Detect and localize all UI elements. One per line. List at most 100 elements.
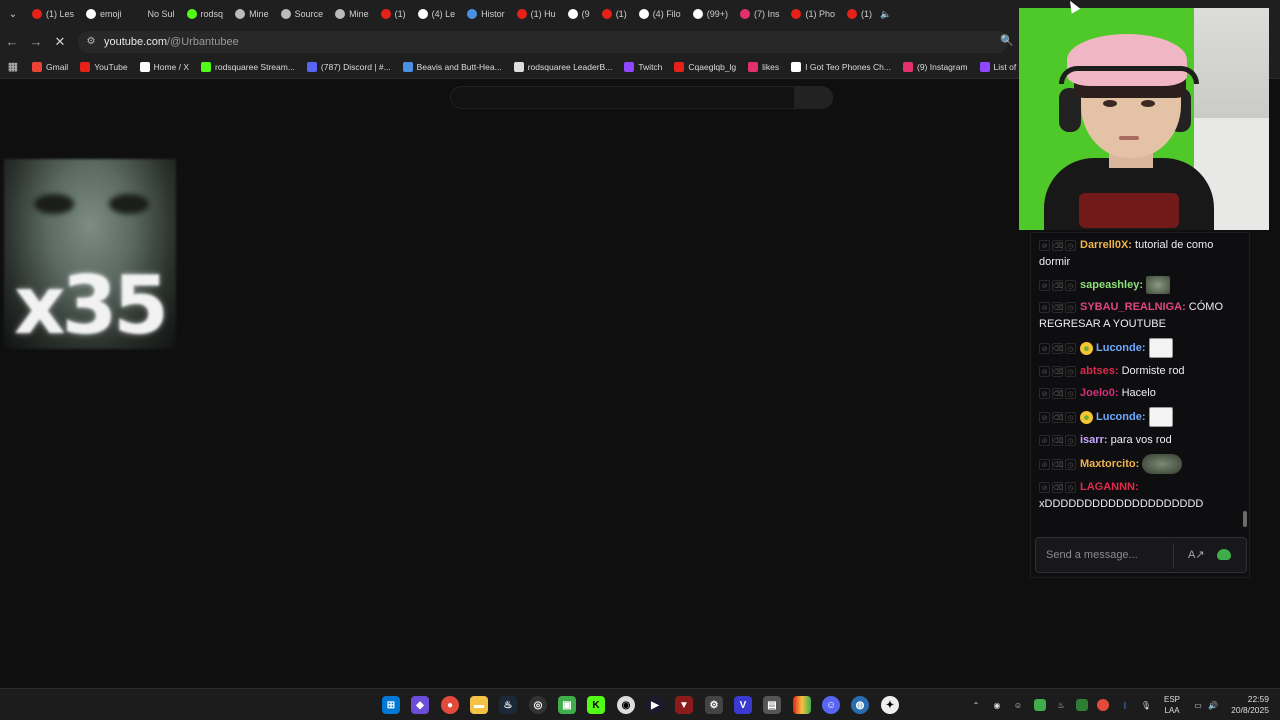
site-info-icon[interactable]: ⚙	[84, 35, 98, 49]
browser-tab[interactable]: emoji	[80, 0, 128, 28]
timeout-icon[interactable]: ◷	[1065, 458, 1076, 470]
ban-icon[interactable]: ⊘	[1039, 239, 1050, 251]
frog-wide-emote-icon[interactable]	[1142, 454, 1183, 474]
chat-username[interactable]: SYBAU_REALNIGA:	[1080, 301, 1186, 313]
translate-icon[interactable]: A↗	[1188, 548, 1205, 561]
media-player-icon[interactable]: ▶	[646, 696, 664, 714]
browser-tab[interactable]: Source	[275, 0, 330, 28]
bookmark-item[interactable]: Beavis and Butt-Hea...	[397, 61, 508, 72]
tray-microphone-icon[interactable]: 🎙	[1140, 699, 1152, 711]
chat-scrollbar[interactable]	[1243, 511, 1247, 527]
chat-username[interactable]: isarr:	[1080, 434, 1108, 446]
browser-tab[interactable]: (1)	[596, 0, 633, 28]
chat-username[interactable]: Joelo0:	[1080, 387, 1119, 399]
chat-username[interactable]: Luconde:	[1096, 342, 1146, 354]
delete-icon[interactable]: ⌫	[1052, 434, 1063, 446]
chat-username[interactable]: Darrell0X:	[1080, 239, 1132, 251]
browser-tab[interactable]: (4) Le	[412, 0, 462, 28]
ban-icon[interactable]: ⊘	[1039, 365, 1050, 377]
discord-icon[interactable]: ☺	[822, 696, 840, 714]
timeout-icon[interactable]: ◷	[1065, 342, 1076, 354]
timeout-icon[interactable]: ◷	[1065, 434, 1076, 446]
kick-icon[interactable]: K	[587, 696, 605, 714]
delete-icon[interactable]: ⌫	[1052, 279, 1063, 291]
browser-tab[interactable]: (1)	[375, 0, 412, 28]
file-explorer-icon[interactable]: ▬	[470, 696, 488, 714]
chrome-icon[interactable]: ●	[441, 696, 459, 714]
youtube-search-button[interactable]	[795, 86, 833, 109]
chat-username[interactable]: LAGANNN:	[1080, 481, 1139, 493]
app-icon-3[interactable]: ◉	[617, 696, 635, 714]
address-bar[interactable]: ⚙ youtube.com/@Urbantubee	[78, 30, 1008, 53]
tray-discord-icon[interactable]: ☺	[1012, 699, 1024, 711]
back-arrow-icon[interactable]: ←	[0, 30, 24, 54]
ban-icon[interactable]: ⊘	[1039, 458, 1050, 470]
frog-emote-icon[interactable]	[1146, 276, 1171, 294]
chat-username[interactable]: sapeashley:	[1080, 279, 1143, 291]
delete-icon[interactable]: ⌫	[1052, 387, 1063, 399]
delete-icon[interactable]: ⌫	[1052, 411, 1063, 423]
bookmark-item[interactable]: rodsquaree Stream...	[195, 61, 301, 72]
app-icon-4[interactable]: ▼	[675, 696, 693, 714]
stop-loading-icon[interactable]: ✕	[48, 30, 72, 54]
ban-icon[interactable]: ⊘	[1039, 301, 1050, 313]
browser-tab[interactable]: Histor	[461, 0, 511, 28]
bookmark-item[interactable]: (9) Instagram	[897, 61, 974, 72]
keyboard-language[interactable]: ESP LAA	[1164, 694, 1180, 716]
chat-username[interactable]: Maxtorcito:	[1080, 458, 1139, 470]
ban-icon[interactable]: ⊘	[1039, 411, 1050, 423]
bookmark-item[interactable]: I Got Teo Phones Ch...	[785, 61, 897, 72]
browser-tab[interactable]: (1)	[841, 0, 878, 28]
chat-message-list[interactable]: ⊘ ⌫ ◷ Darrell0X: tutorial de como dormir ⊘ ⌫ ◷…	[1031, 233, 1247, 527]
timeout-icon[interactable]: ◷	[1065, 279, 1076, 291]
youtube-search-input[interactable]	[450, 86, 795, 109]
chat-username[interactable]: abtses:	[1080, 365, 1119, 377]
app-icon-6[interactable]	[793, 696, 811, 714]
tray-network-icon[interactable]: ▭	[1192, 699, 1204, 711]
browser-tab[interactable]: rodsq	[181, 0, 230, 28]
ban-icon[interactable]: ⊘	[1039, 279, 1050, 291]
bookmark-item[interactable]: Gmail	[26, 61, 74, 72]
timeout-icon[interactable]: ◷	[1065, 387, 1076, 399]
browser-tab[interactable]: (1) Hu	[511, 0, 562, 28]
browser-tab[interactable]: (1) Pho	[785, 0, 841, 28]
tab-search-chevron-icon[interactable]: ⌄	[0, 0, 26, 28]
timeout-icon[interactable]: ◷	[1065, 365, 1076, 377]
browser-tab[interactable]: (99+)	[687, 0, 734, 28]
tray-volume-icon[interactable]: 🔊	[1207, 699, 1219, 711]
tray-steam-icon[interactable]: ♨	[1055, 699, 1067, 711]
app-icon-1[interactable]: ◆	[411, 696, 429, 714]
troll-emote-icon[interactable]	[1148, 407, 1173, 427]
app-icon-5[interactable]: ▤	[763, 696, 781, 714]
forward-arrow-icon[interactable]: →	[24, 30, 48, 54]
ban-icon[interactable]: ⊘	[1039, 387, 1050, 399]
chat-message-input[interactable]: Send a message... A↗	[1035, 537, 1247, 573]
delete-icon[interactable]: ⌫	[1052, 458, 1063, 470]
delete-icon[interactable]: ⌫	[1052, 481, 1063, 493]
browser-tab[interactable]: (9	[562, 0, 596, 28]
zoom-magnifier-icon[interactable]: 🔍	[1000, 34, 1014, 47]
delete-icon[interactable]: ⌫	[1052, 342, 1063, 354]
delete-icon[interactable]: ⌫	[1052, 239, 1063, 251]
browser-tab[interactable]: Mine	[229, 0, 275, 28]
browser-tab[interactable]: Mine	[329, 0, 375, 28]
app-icon-v[interactable]: V	[734, 696, 752, 714]
timeout-icon[interactable]: ◷	[1065, 481, 1076, 493]
emote-picker-icon[interactable]	[1217, 549, 1231, 560]
app-icon-7[interactable]: ◍	[851, 696, 869, 714]
tray-app-icon-1[interactable]: ◉	[991, 699, 1003, 711]
chat-username[interactable]: Luconde:	[1096, 411, 1146, 423]
settings-gear-icon[interactable]: ⚙	[705, 696, 723, 714]
delete-icon[interactable]: ⌫	[1052, 365, 1063, 377]
steam-icon[interactable]: ♨	[499, 696, 517, 714]
tray-chevron-up-icon[interactable]: ⌃	[970, 699, 982, 711]
timeout-icon[interactable]: ◷	[1065, 411, 1076, 423]
bookmark-item[interactable]: Cqaeglqb_lg	[668, 61, 742, 72]
ban-icon[interactable]: ⊘	[1039, 342, 1050, 354]
timeout-icon[interactable]: ◷	[1065, 239, 1076, 251]
speaker-icon[interactable]: 🔈	[880, 9, 891, 20]
browser-tab[interactable]: (1) Les	[26, 0, 80, 28]
app-icon-2[interactable]: ◎	[529, 696, 547, 714]
system-clock[interactable]: 22:59 20/8/2025	[1225, 694, 1269, 716]
tray-app-icon-3[interactable]	[1076, 699, 1088, 711]
